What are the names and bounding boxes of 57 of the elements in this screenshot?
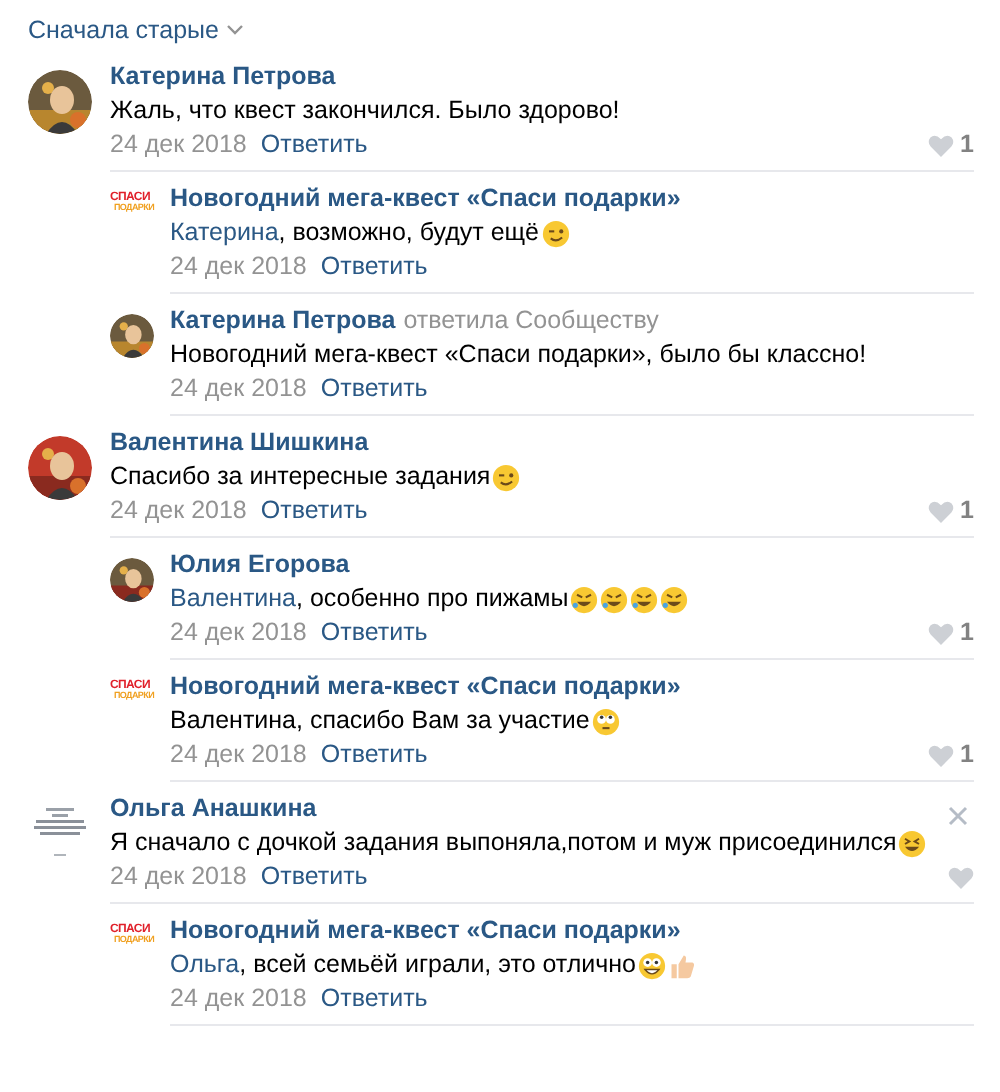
reply-action: ответила Сообществу <box>403 306 659 334</box>
reply-link[interactable]: Ответить <box>320 372 428 406</box>
mention-link[interactable]: Катерина <box>170 218 279 246</box>
like-button[interactable]: 1 <box>928 128 974 162</box>
reply-link[interactable]: Ответить <box>320 982 428 1016</box>
heart-icon <box>928 133 955 157</box>
heart-icon <box>948 865 974 889</box>
comment-text: Спасибо за интересные задания <box>110 460 491 494</box>
author-name[interactable]: Катерина Петрова <box>170 306 396 334</box>
heart-icon <box>928 499 955 523</box>
author-name[interactable]: Валентина Шишкина <box>110 428 369 456</box>
author-name[interactable]: Новогодний мега-квест «Спаси подарки» <box>170 184 681 212</box>
emoji-icon <box>630 585 659 613</box>
emoji-icon <box>600 585 629 613</box>
reply-link[interactable]: Ответить <box>260 494 368 528</box>
reply-link[interactable]: Ответить <box>320 738 428 772</box>
comment-text: Новогодний мега-квест «Спаси подарки», было бы классно! <box>170 338 867 372</box>
like-count: 1 <box>960 494 974 528</box>
reply-link[interactable]: Ответить <box>260 860 368 894</box>
heart-icon <box>928 743 955 767</box>
like-button[interactable]: 1 <box>928 738 974 772</box>
avatar[interactable] <box>28 436 92 500</box>
author-name[interactable]: Катерина Петрова <box>110 62 336 90</box>
author-name[interactable]: Новогодний мега-квест «Спаси подарки» <box>170 672 681 700</box>
emoji-icon <box>638 951 667 979</box>
author-name[interactable]: Новогодний мега-квест «Спаси подарки» <box>170 916 681 944</box>
comment-text: Я сначало с дочкой задания выпоняла,потом и муж присоединился <box>110 826 897 860</box>
emoji-icon <box>570 585 599 613</box>
caret-icon <box>226 24 245 36</box>
emoji-icon <box>492 463 521 491</box>
avatar[interactable] <box>28 70 92 134</box>
like-button[interactable]: 1 <box>928 616 974 650</box>
comment-text: Валентина, спасибо Вам за участие <box>170 704 590 738</box>
heart-icon <box>928 621 955 645</box>
reply-link[interactable]: Ответить <box>260 128 368 162</box>
mention-link[interactable]: Ольга <box>170 950 240 978</box>
author-name[interactable]: Ольга Анашкина <box>110 794 317 822</box>
reply-link[interactable]: Ответить <box>320 616 428 650</box>
comment-text: Валентина, особенно про пижамы <box>170 582 569 616</box>
comment-text: Ольга, всей семьёй играли, это отлично <box>170 948 637 982</box>
like-count: 1 <box>960 738 974 772</box>
like-button[interactable]: 1 <box>928 494 974 528</box>
avatar[interactable] <box>110 314 154 358</box>
like-count: 1 <box>960 128 974 162</box>
emoji-icon <box>591 707 620 735</box>
emoji-icon <box>660 585 689 613</box>
emoji-icon <box>541 219 570 247</box>
like-count: 1 <box>960 616 974 650</box>
thumbs-up-icon <box>668 951 697 979</box>
comment-text: Жаль, что квест закончился. Было здорово! <box>110 94 620 128</box>
reply-link[interactable]: Ответить <box>320 250 428 284</box>
comment-text: Катерина, возможно, будут ещё <box>170 216 540 250</box>
avatar[interactable] <box>110 558 154 602</box>
emoji-icon <box>898 829 927 857</box>
mention-link[interactable]: Валентина <box>170 584 297 612</box>
author-name[interactable]: Юлия Егорова <box>170 550 350 578</box>
sort-dropdown[interactable]: Сначала старые <box>28 16 245 44</box>
